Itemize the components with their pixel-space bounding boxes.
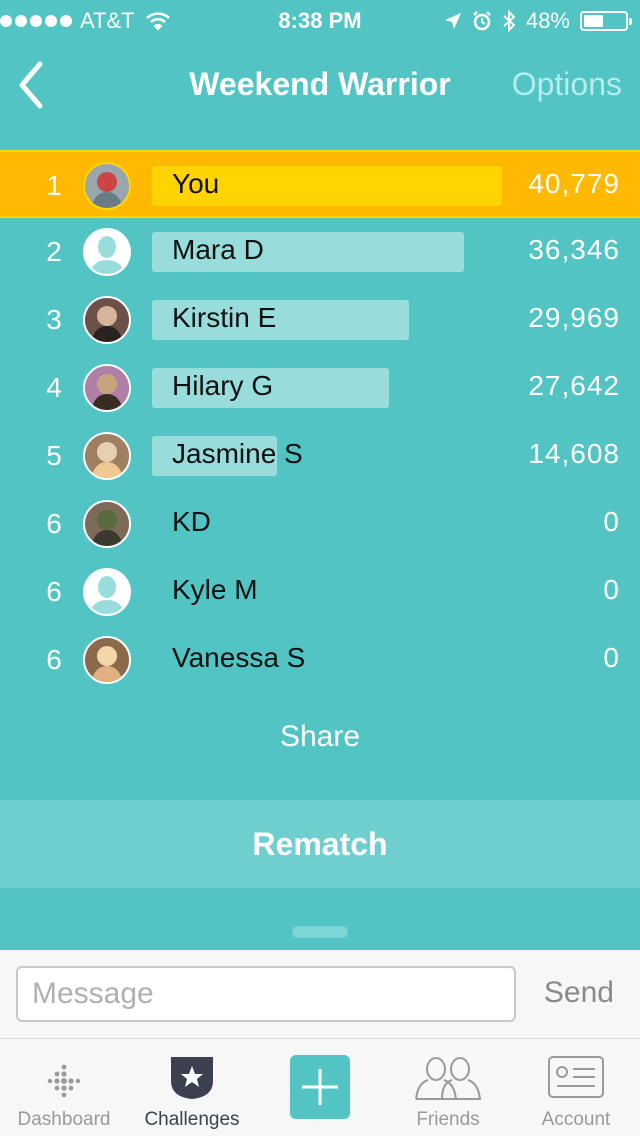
nav-bar: Weekend Warrior Options bbox=[0, 40, 640, 130]
step-count: 0 bbox=[603, 574, 620, 605]
avatar[interactable] bbox=[83, 296, 131, 344]
rank-number: 6 bbox=[46, 644, 62, 675]
player-name: Kyle M bbox=[172, 574, 258, 605]
avatar-placeholder[interactable] bbox=[83, 568, 131, 616]
step-count: 0 bbox=[603, 506, 620, 537]
tab-label: Account bbox=[541, 1109, 611, 1130]
leaderboard-row[interactable]: 3 Kirstin E 29,969 bbox=[0, 286, 640, 354]
battery-percent: 48% bbox=[525, 8, 570, 33]
step-count: 0 bbox=[603, 642, 620, 673]
share-button[interactable]: Share bbox=[0, 720, 640, 754]
rank-number: 6 bbox=[46, 508, 62, 539]
add-button[interactable] bbox=[290, 1055, 350, 1119]
dots-logo-icon bbox=[47, 1064, 81, 1098]
rank-number: 6 bbox=[46, 576, 62, 607]
player-name: Hilary G bbox=[172, 370, 274, 401]
rank-number: 5 bbox=[46, 440, 62, 471]
options-button[interactable]: Options bbox=[512, 66, 622, 103]
back-button[interactable] bbox=[14, 60, 54, 110]
player-name: Mara D bbox=[172, 234, 264, 265]
avatar[interactable] bbox=[83, 162, 131, 210]
rank-number: 3 bbox=[46, 304, 62, 335]
leaderboard-row-you[interactable]: 1 You 40,779 bbox=[0, 150, 640, 218]
tab-friends[interactable]: Friends bbox=[384, 1039, 512, 1136]
message-input[interactable] bbox=[16, 966, 516, 1022]
star-badge-icon bbox=[171, 1057, 213, 1099]
message-bar: Send bbox=[0, 950, 640, 1038]
plus-icon bbox=[302, 1069, 338, 1105]
location-arrow-icon bbox=[444, 13, 461, 29]
status-bar: AT&T 8:38 PM 48% bbox=[0, 0, 640, 40]
player-name: You bbox=[172, 168, 220, 199]
tab-challenges[interactable]: Challenges bbox=[128, 1039, 256, 1136]
id-card-icon bbox=[548, 1056, 604, 1098]
chevron-left-icon bbox=[19, 61, 43, 109]
avatar[interactable] bbox=[83, 432, 131, 480]
avatar-placeholder[interactable] bbox=[83, 228, 131, 276]
player-name: Jasmine S bbox=[172, 438, 303, 469]
rank-number: 2 bbox=[46, 236, 62, 267]
rank-number: 4 bbox=[46, 372, 62, 403]
leaderboard-row[interactable]: 5 Jasmine S 14,608 bbox=[0, 422, 640, 490]
step-count: 27,642 bbox=[528, 370, 620, 401]
leaderboard-row[interactable]: 4 Hilary G 27,642 bbox=[0, 354, 640, 422]
player-name: Vanessa S bbox=[172, 642, 306, 673]
leaderboard-row[interactable]: 2 Mara D 36,346 bbox=[0, 218, 640, 286]
rematch-button[interactable]: Rematch bbox=[0, 800, 640, 888]
step-count: 29,969 bbox=[528, 302, 620, 333]
tab-bar: Dashboard Challenges Friends Account bbox=[0, 1038, 640, 1136]
drag-handle[interactable] bbox=[292, 926, 348, 938]
tab-label: Dashboard bbox=[17, 1109, 111, 1130]
bluetooth-icon bbox=[503, 10, 516, 32]
leaderboard-row[interactable]: 6 KD 0 bbox=[0, 490, 640, 558]
tab-label: Challenges bbox=[144, 1109, 240, 1130]
player-name: Kirstin E bbox=[172, 302, 277, 333]
friends-icon bbox=[415, 1057, 482, 1100]
avatar[interactable] bbox=[83, 636, 131, 684]
tab-label: Friends bbox=[416, 1109, 480, 1130]
tab-dashboard[interactable]: Dashboard bbox=[0, 1039, 128, 1136]
avatar[interactable] bbox=[83, 364, 131, 412]
send-button[interactable]: Send bbox=[544, 976, 614, 1010]
leaderboard-row[interactable]: 6 Kyle M 0 bbox=[0, 558, 640, 626]
step-count: 36,346 bbox=[528, 234, 620, 265]
battery-fill bbox=[584, 15, 603, 27]
leaderboard-row[interactable]: 6 Vanessa S 0 bbox=[0, 626, 640, 694]
battery-icon bbox=[580, 11, 632, 31]
player-name: KD bbox=[172, 506, 211, 537]
alarm-icon bbox=[473, 11, 491, 31]
step-count: 14,608 bbox=[528, 438, 620, 469]
step-count: 40,779 bbox=[528, 168, 620, 199]
rank-number: 1 bbox=[46, 170, 62, 201]
tab-account[interactable]: Account bbox=[512, 1039, 640, 1136]
status-right: 48% bbox=[444, 8, 632, 34]
avatar[interactable] bbox=[83, 500, 131, 548]
